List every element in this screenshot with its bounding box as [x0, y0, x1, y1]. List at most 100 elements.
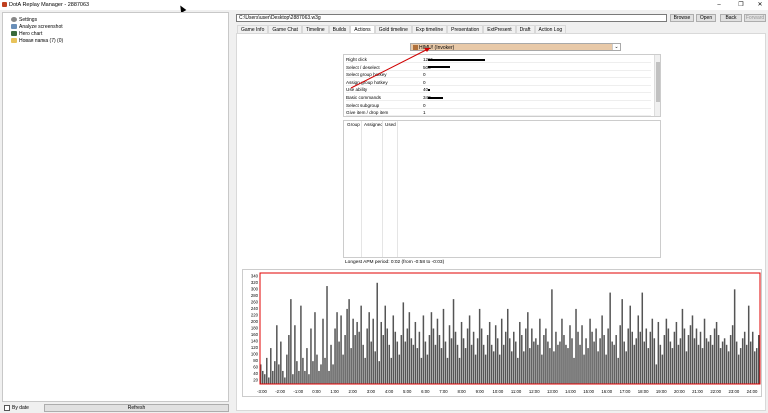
table-row[interactable]: Select subgroup 0 — [346, 102, 651, 109]
screenshot-icon — [11, 24, 17, 29]
x-tick-label: 2:00 — [349, 389, 358, 394]
apm-bar — [649, 331, 652, 384]
column-header-assigned[interactable]: Assigned — [364, 122, 383, 127]
table-row[interactable]: Basic commands 340 — [346, 94, 651, 101]
apm-bar — [384, 305, 387, 384]
y-tick-label: 60 — [253, 365, 258, 370]
apm-bar — [515, 341, 517, 384]
tab-game-chat[interactable]: Game Chat — [268, 25, 302, 33]
apm-bar — [334, 328, 336, 384]
tab-timeline[interactable]: Timeline — [301, 25, 329, 33]
scrollbar-thumb[interactable] — [656, 62, 660, 102]
x-tick-label: 13:00 — [547, 389, 558, 394]
apm-bar — [458, 357, 461, 384]
apm-bar — [733, 289, 736, 384]
tab-presentation[interactable]: Presentation — [447, 25, 484, 33]
apm-bar — [721, 341, 724, 384]
tab-game-info[interactable]: Game Info — [237, 25, 269, 33]
apm-bar — [396, 341, 399, 384]
apm-bar — [607, 328, 609, 384]
table-row[interactable]: Give item / drop item 1 — [346, 109, 651, 116]
apm-bar — [394, 331, 397, 384]
apm-bar — [715, 321, 718, 384]
tab-builds[interactable]: Builds — [328, 25, 351, 33]
gear-icon — [11, 17, 17, 22]
table-row[interactable]: Right click1291 — [346, 56, 651, 63]
apm-bar — [723, 338, 726, 384]
tab-action-log[interactable]: Action Log — [534, 25, 567, 33]
apm-bar — [468, 315, 471, 384]
apm-bar — [320, 364, 322, 384]
tree-item-analyze-screenshot[interactable]: Analyze screenshot — [11, 23, 63, 30]
apm-bar — [579, 344, 581, 384]
chevron-down-icon[interactable]: ⌄ — [612, 44, 620, 50]
tab-actions[interactable]: Actions — [350, 25, 375, 33]
apm-bar — [450, 338, 453, 384]
apm-bar — [541, 354, 543, 384]
replay-tree[interactable]: Settings Analyze screenshot Hero chart Н… — [2, 12, 229, 402]
browse-button[interactable]: Browse — [670, 14, 694, 22]
vertical-scrollbar[interactable] — [654, 55, 660, 116]
apm-bar — [671, 348, 674, 384]
apm-bar — [412, 344, 415, 384]
replay-path-input[interactable]: C:\Users\user\Desktop\2887063.w3g — [236, 14, 667, 22]
apm-bar — [549, 348, 551, 384]
table-row[interactable]: Assign group hotkey 0 — [346, 79, 651, 86]
column-header-group[interactable]: Group — [347, 122, 360, 127]
apm-bar — [597, 351, 599, 384]
apm-bar — [645, 328, 648, 384]
apm-bar — [368, 312, 370, 384]
apm-bar — [480, 328, 483, 384]
x-tick-label: 0:00 — [312, 389, 321, 394]
apm-bar — [272, 370, 274, 384]
apm-bar — [442, 308, 445, 384]
apm-bar — [446, 357, 449, 384]
apm-bar — [555, 331, 557, 384]
apm-bar — [543, 335, 545, 384]
tree-item-hero-chart[interactable]: Hero chart — [11, 30, 42, 37]
table-row[interactable]: Select / deselect 500 — [346, 64, 651, 71]
x-tick-label: 3:00 — [367, 389, 376, 394]
tree-item-folder[interactable]: Новая папка (7) (0) — [11, 37, 63, 44]
by-date-checkbox[interactable] — [4, 405, 10, 411]
player-select[interactable]: HIMU! (Invoker) ⌄ — [410, 43, 621, 51]
apm-bar — [531, 328, 533, 384]
apm-bar — [731, 325, 734, 384]
maximize-button[interactable]: ❐ — [734, 0, 748, 10]
minimize-button[interactable]: – — [712, 0, 726, 10]
apm-bar — [276, 325, 278, 384]
y-tick-label: 340 — [251, 274, 259, 279]
close-button[interactable]: ✕ — [753, 0, 767, 10]
column-header-used[interactable]: Used — [385, 122, 396, 127]
apm-bar — [695, 328, 698, 384]
apm-bar — [318, 370, 320, 384]
tree-item-label: Settings — [19, 16, 38, 23]
open-button[interactable]: Open — [696, 14, 716, 22]
apm-bar — [330, 344, 332, 384]
apm-bar — [348, 299, 350, 384]
forward-button[interactable]: Forward — [744, 14, 766, 22]
apm-bar — [713, 328, 716, 384]
apm-bar — [426, 354, 429, 384]
apm-chart: 340 320 300 280 260 240 220 200 180 160 140 120 100 8… — [242, 269, 762, 397]
table-row[interactable]: Use ability 40 — [346, 86, 651, 94]
back-button[interactable]: Back — [720, 14, 742, 22]
refresh-button[interactable]: Refresh — [44, 404, 229, 412]
x-tick-label: 19:00 — [656, 389, 667, 394]
tab-draft[interactable]: Draft — [515, 25, 535, 33]
apm-bar — [456, 344, 459, 384]
tree-item-settings[interactable]: Settings — [11, 16, 37, 23]
apm-bar — [356, 321, 358, 384]
apm-bar — [292, 374, 294, 384]
table-row[interactable]: Select group hotkey 0 — [346, 71, 651, 79]
apm-bar — [432, 328, 435, 384]
apm-bar — [573, 357, 575, 384]
action-count: 0 — [423, 79, 426, 85]
x-tick-label: 17:00 — [620, 389, 631, 394]
tab-gold-timeline[interactable]: Gold timeline — [374, 25, 412, 33]
apm-bar — [402, 302, 405, 384]
action-name: Select subgroup — [346, 102, 380, 108]
y-tick-label: 180 — [251, 326, 259, 331]
tab-extpresent[interactable]: ExtPresent — [483, 25, 516, 33]
tab-exp-timeline[interactable]: Exp timeline — [411, 25, 448, 33]
